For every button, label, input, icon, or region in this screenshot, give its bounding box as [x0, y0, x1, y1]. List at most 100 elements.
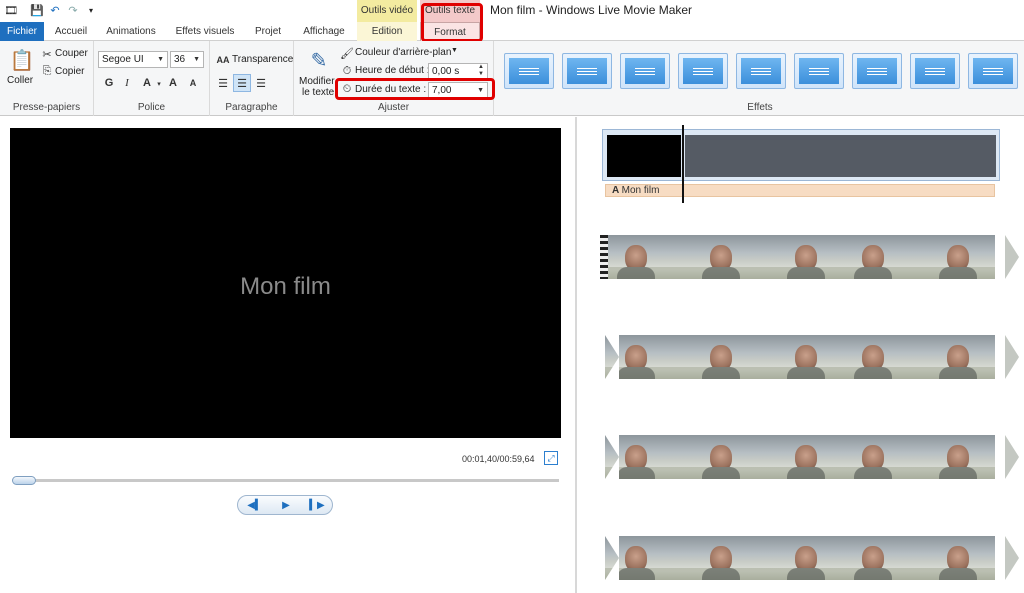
subject-face [947, 445, 969, 471]
subject-body [702, 467, 740, 479]
ribbon: 📋 Coller ✂ Couper ⎘ Copier Presse-papier… [0, 41, 1024, 116]
transition-in-icon [605, 335, 619, 379]
video-frame-thumbnail [839, 235, 917, 279]
align-left-icon[interactable]: ☰ [214, 74, 232, 92]
subject-body [617, 467, 655, 479]
cut-icon[interactable]: ✂ [38, 45, 56, 63]
subject-body [617, 568, 655, 580]
effects-group-label: Effets [747, 102, 773, 113]
background-color-dropdown-icon[interactable]: ▼ [451, 47, 458, 54]
effect-1[interactable] [504, 53, 554, 89]
background-color-icon[interactable]: 🖌 [338, 44, 356, 62]
align-center-icon[interactable]: ☰ [233, 74, 251, 92]
subject-face [795, 345, 817, 371]
start-time-label: Heure de début : [355, 65, 430, 76]
film-sprocket-icon [600, 235, 608, 279]
video-frame-thumbnail [917, 235, 995, 279]
tab-accueil[interactable]: Accueil [50, 22, 92, 41]
subject-body [854, 367, 892, 379]
subject-body [939, 267, 977, 279]
effect-3[interactable] [620, 53, 670, 89]
adjust-group-label: Ajuster [377, 102, 410, 113]
effect-4[interactable] [678, 53, 728, 89]
copy-icon[interactable]: ⎘ [38, 62, 56, 80]
transition-in-icon [605, 536, 619, 580]
tab-fichier[interactable]: Fichier [0, 22, 44, 41]
subject-face [862, 345, 884, 371]
playhead[interactable] [682, 125, 684, 203]
background-color-button[interactable]: Couleur d'arrière-plan [355, 47, 451, 58]
effect-5[interactable] [736, 53, 786, 89]
preview-pane: Mon film 00:01,40/00:59,64 ⤢ ◀▍ ▶ ▍▶ [0, 117, 577, 593]
play-icon[interactable]: ▶ [273, 498, 299, 512]
title-bar: 🎞 💾 ↶ ↷ ▾ Mon film - Windows Live Movie … [0, 0, 1024, 22]
subject-body [787, 367, 825, 379]
font-size-value: 36 [174, 54, 186, 65]
preview-overlay-text: Mon film [240, 273, 331, 300]
subject-face [625, 445, 647, 471]
video-frame-thumbnail [917, 435, 995, 479]
video-preview[interactable]: Mon film [10, 128, 561, 438]
subject-body [617, 367, 655, 379]
tab-affichage[interactable]: Affichage [298, 22, 350, 41]
save-icon[interactable]: 💾 [30, 3, 44, 17]
video-clip-3[interactable] [605, 435, 1019, 479]
subject-body [787, 467, 825, 479]
video-frame-thumbnail [605, 235, 683, 279]
tab-effets-visuels[interactable]: Effets visuels [170, 22, 240, 41]
tab-animations[interactable]: Animations [103, 22, 159, 41]
edit-text-label-line2[interactable]: le texte [302, 87, 334, 98]
tab-projet[interactable]: Projet [250, 22, 286, 41]
seek-thumb[interactable] [12, 476, 36, 485]
effect-6[interactable] [794, 53, 844, 89]
effect-2[interactable] [562, 53, 612, 89]
effect-7[interactable] [852, 53, 902, 89]
undo-icon[interactable]: ↶ [48, 3, 62, 17]
chevron-down-icon: ▼ [157, 56, 164, 63]
subject-face [710, 245, 732, 271]
title-caption[interactable]: A Mon film [605, 184, 995, 197]
font-size-dropdown[interactable]: 36 ▼ [170, 51, 204, 68]
video-frame-thumbnail [839, 335, 917, 379]
video-clip-4[interactable] [605, 536, 1019, 580]
spinner-icon[interactable]: ▲ ▼ [478, 64, 484, 78]
subject-body [617, 267, 655, 279]
align-right-icon[interactable]: ☰ [252, 74, 270, 92]
effect-8[interactable] [910, 53, 960, 89]
window-title: Mon film - Windows Live Movie Maker [490, 3, 693, 17]
grow-font-button[interactable]: A [164, 74, 182, 92]
redo-icon[interactable]: ↷ [66, 3, 80, 17]
cut-label[interactable]: Couper [55, 48, 88, 59]
video-frame-thumbnail [683, 536, 761, 580]
transparency-label[interactable]: Transparence [232, 54, 293, 65]
effect-9[interactable] [968, 53, 1018, 89]
bold-button[interactable]: G [100, 74, 118, 92]
app-film-icon[interactable]: 🎞 [4, 3, 18, 17]
quick-access-dropdown-icon[interactable]: ▾ [84, 3, 98, 17]
fullscreen-icon[interactable]: ⤢ [544, 451, 558, 465]
video-clip-1[interactable] [600, 235, 1019, 279]
edit-text-icon[interactable]: ✎ [306, 47, 332, 73]
font-family-dropdown[interactable]: Segoe UI ▼ [98, 51, 168, 68]
video-clip-2[interactable] [605, 335, 1019, 379]
seek-bar[interactable] [14, 479, 559, 482]
video-frame-thumbnail [761, 235, 839, 279]
clipboard-group: 📋 Coller ✂ Couper ⎘ Copier Presse-papier… [0, 41, 94, 116]
title-clip[interactable] [602, 129, 1000, 181]
subject-face [710, 345, 732, 371]
shrink-font-button[interactable]: A [184, 74, 202, 92]
previous-frame-icon[interactable]: ◀▍ [242, 498, 268, 512]
copy-label[interactable]: Copier [55, 66, 84, 77]
duration-highlight [335, 78, 495, 100]
tab-edition[interactable]: Edition [357, 22, 417, 41]
italic-button[interactable]: I [118, 74, 136, 92]
paste-label[interactable]: Coller [7, 75, 33, 86]
subject-body [939, 467, 977, 479]
transition-out-icon [1005, 335, 1019, 379]
next-frame-icon[interactable]: ▍▶ [304, 498, 330, 512]
paste-icon[interactable]: 📋 [10, 47, 35, 73]
font-group-label: Police [137, 102, 166, 113]
transparency-icon[interactable]: AA [214, 51, 232, 69]
subject-face [795, 445, 817, 471]
edit-text-label-line1[interactable]: Modifier [299, 76, 335, 87]
